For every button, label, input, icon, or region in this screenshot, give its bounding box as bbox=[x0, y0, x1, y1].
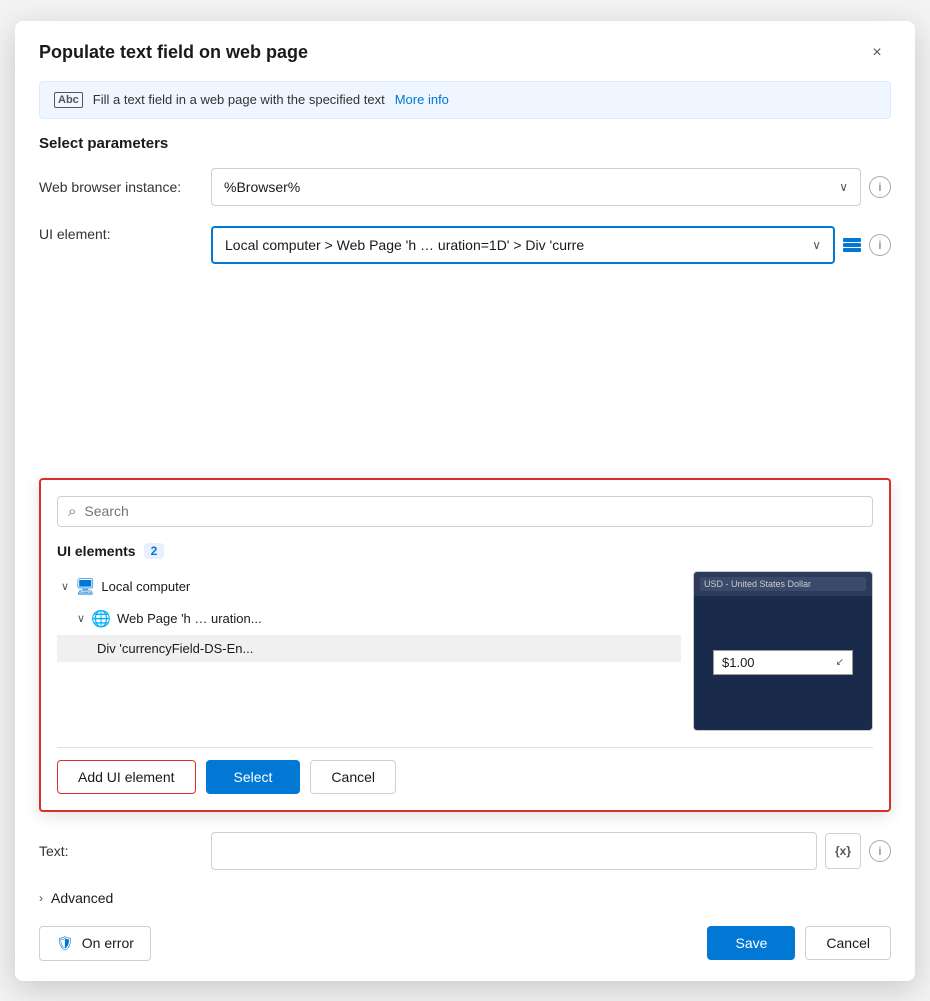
text-label: Text: bbox=[39, 843, 199, 859]
more-info-link[interactable]: More info bbox=[395, 92, 449, 107]
dialog-title: Populate text field on web page bbox=[39, 42, 308, 63]
search-icon: ⌕ bbox=[68, 503, 76, 520]
preview-inner: $1.00 ↙ bbox=[694, 596, 872, 730]
tree-item-local-computer[interactable]: ∨ 🖥 Local computer bbox=[57, 571, 681, 603]
preview-top-bar: USD - United States Dollar bbox=[694, 572, 872, 596]
text-info-icon[interactable]: i bbox=[869, 840, 891, 862]
dropdown-footer: Add UI element Select Cancel bbox=[57, 747, 873, 794]
preview-url: USD - United States Dollar bbox=[700, 577, 866, 591]
ui-element-value: Local computer > Web Page 'h … uration=1… bbox=[225, 237, 584, 253]
ui-element-dropdown[interactable]: Local computer > Web Page 'h … uration=1… bbox=[211, 226, 835, 264]
ui-element-info-icon[interactable]: i bbox=[869, 234, 891, 256]
tree-item-div-currency-label: Div 'currencyField-DS-En... bbox=[97, 641, 253, 656]
advanced-row[interactable]: › Advanced bbox=[15, 870, 915, 906]
tree-items: ∨ 🖥 Local computer ∨ 🌐 Web Page 'h … ura… bbox=[57, 571, 681, 731]
footer-right: Save Cancel bbox=[707, 926, 891, 960]
dialog-footer: 🛡 On error Save Cancel bbox=[15, 906, 915, 981]
banner-text: Fill a text field in a web page with the… bbox=[93, 92, 385, 107]
text-row: Text: {x} i bbox=[15, 832, 915, 870]
section-title: Select parameters bbox=[15, 135, 915, 168]
ui-elements-badge: 2 bbox=[144, 543, 165, 559]
ui-elements-header: UI elements 2 bbox=[57, 543, 873, 559]
cancel-dropdown-button[interactable]: Cancel bbox=[310, 760, 396, 794]
save-button[interactable]: Save bbox=[707, 926, 795, 960]
add-ui-element-button[interactable]: Add UI element bbox=[57, 760, 196, 794]
cancel-main-button[interactable]: Cancel bbox=[805, 926, 891, 960]
ui-element-chevron-icon: ∨ bbox=[812, 238, 821, 252]
abc-icon: Abc bbox=[54, 92, 83, 108]
tree-panel: ∨ 🖥 Local computer ∨ 🌐 Web Page 'h … ura… bbox=[57, 571, 873, 731]
web-browser-value: %Browser% bbox=[224, 179, 300, 195]
layers-icon[interactable] bbox=[843, 238, 861, 252]
computer-icon: 🖥 bbox=[75, 577, 95, 597]
preview-currency-text: $1.00 bbox=[722, 655, 755, 670]
expand-icon: ∨ bbox=[61, 580, 69, 593]
search-input[interactable] bbox=[84, 503, 862, 519]
web-browser-dropdown[interactable]: %Browser% ∨ bbox=[211, 168, 861, 206]
ui-element-label: UI element: bbox=[39, 226, 199, 242]
web-browser-row: Web browser instance: %Browser% ∨ i bbox=[39, 168, 891, 206]
preview-expand-icon: ↙ bbox=[836, 657, 844, 668]
info-banner: Abc Fill a text field in a web page with… bbox=[39, 81, 891, 119]
search-box: ⌕ bbox=[57, 496, 873, 527]
expand-icon-2: ∨ bbox=[77, 612, 85, 625]
shield-icon: 🛡 bbox=[56, 935, 74, 952]
web-browser-label: Web browser instance: bbox=[39, 179, 199, 195]
tree-item-webpage[interactable]: ∨ 🌐 Web Page 'h … uration... bbox=[57, 603, 681, 635]
tree-item-webpage-label: Web Page 'h … uration... bbox=[117, 611, 262, 626]
tree-item-local-computer-label: Local computer bbox=[101, 579, 190, 594]
preview-currency-box: $1.00 ↙ bbox=[713, 650, 853, 675]
on-error-button[interactable]: 🛡 On error bbox=[39, 926, 151, 961]
variable-button[interactable]: {x} bbox=[825, 833, 861, 869]
select-button[interactable]: Select bbox=[206, 760, 301, 794]
advanced-label: Advanced bbox=[51, 890, 113, 906]
close-button[interactable]: × bbox=[863, 39, 891, 67]
ui-element-dropdown-panel: ⌕ UI elements 2 ∨ 🖥 Local computer ∨ 🌐 bbox=[39, 478, 891, 812]
tree-item-div-currency[interactable]: Div 'currencyField-DS-En... bbox=[57, 635, 681, 662]
globe-icon: 🌐 bbox=[91, 609, 111, 629]
text-input[interactable] bbox=[211, 832, 817, 870]
ui-element-row: UI element: Local computer > Web Page 'h… bbox=[39, 226, 891, 264]
ui-elements-title: UI elements bbox=[57, 543, 136, 559]
chevron-down-icon: ∨ bbox=[839, 180, 848, 194]
on-error-label: On error bbox=[82, 935, 134, 951]
preview-box: USD - United States Dollar $1.00 ↙ bbox=[693, 571, 873, 731]
web-browser-info-icon[interactable]: i bbox=[869, 176, 891, 198]
advanced-chevron-icon: › bbox=[39, 891, 43, 905]
